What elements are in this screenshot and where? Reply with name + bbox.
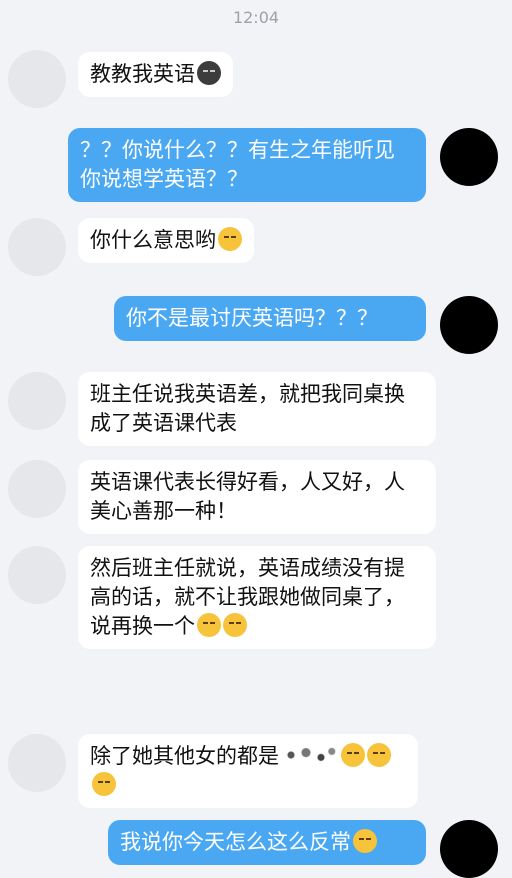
avatar[interactable] <box>8 50 66 108</box>
avatar[interactable] <box>8 546 66 604</box>
message-bubble[interactable]: 然后班主任就说，英语成绩没有提高的话，就不让我跟她做同桌了，说再换一个 <box>78 546 436 649</box>
message-text: ？？你说什么？？有生之年能听见你说想学英语？？ <box>80 138 395 191</box>
message-text: 班主任说我英语差，就把我同桌换成了英语课代表 <box>90 382 405 435</box>
message-text: 教教我英语 <box>90 62 195 86</box>
message-text: 我说你今天怎么这么反常 <box>120 830 351 854</box>
unamused-face-emoji-icon <box>92 772 116 796</box>
message-bubble[interactable]: 我说你今天怎么这么反常 <box>108 820 426 865</box>
avatar[interactable] <box>8 734 66 792</box>
message-text: 你什么意思哟 <box>90 228 216 252</box>
smirk-moon-emoji-icon <box>197 61 221 85</box>
avatar[interactable] <box>440 820 498 878</box>
message-bubble[interactable]: 你不是最讨厌英语吗？？？ <box>114 296 426 341</box>
unamused-face-emoji-icon <box>223 613 247 637</box>
unamused-face-emoji-icon <box>367 743 391 767</box>
message-text: 英语课代表长得好看，人又好，人美心善那一种！ <box>90 470 405 523</box>
message-bubble[interactable]: 班主任说我英语差，就把我同桌换成了英语课代表 <box>78 372 436 446</box>
avatar[interactable] <box>8 218 66 276</box>
message-bubble[interactable]: 除了她其他女的都是 <box>78 734 418 808</box>
unamused-face-emoji-icon <box>197 613 221 637</box>
message-bubble[interactable]: 你什么意思哟 <box>78 218 254 263</box>
unamused-face-emoji-icon <box>341 743 365 767</box>
message-bubble[interactable]: 英语课代表长得好看，人又好，人美心善那一种！ <box>78 460 436 534</box>
avatar[interactable] <box>8 372 66 430</box>
avatar[interactable] <box>440 128 498 186</box>
unamused-face-emoji-icon <box>353 829 377 853</box>
upside-down-face-emoji-icon <box>218 227 242 251</box>
avatar[interactable] <box>8 460 66 518</box>
avatar[interactable] <box>440 296 498 354</box>
message-text: 除了她其他女的都是 <box>90 744 279 768</box>
message-bubble[interactable]: ？？你说什么？？有生之年能听见你说想学英语？？ <box>68 128 426 202</box>
message-bubble[interactable]: 教教我英语 <box>78 52 233 97</box>
message-text: 你不是最讨厌英语吗？？？ <box>126 306 378 330</box>
chat-timestamp: 12:04 <box>232 8 280 27</box>
message-text: 然后班主任就说，英语成绩没有提高的话，就不让我跟她做同桌了，说再换一个 <box>90 556 405 638</box>
censored-scribble-icon <box>279 743 339 767</box>
